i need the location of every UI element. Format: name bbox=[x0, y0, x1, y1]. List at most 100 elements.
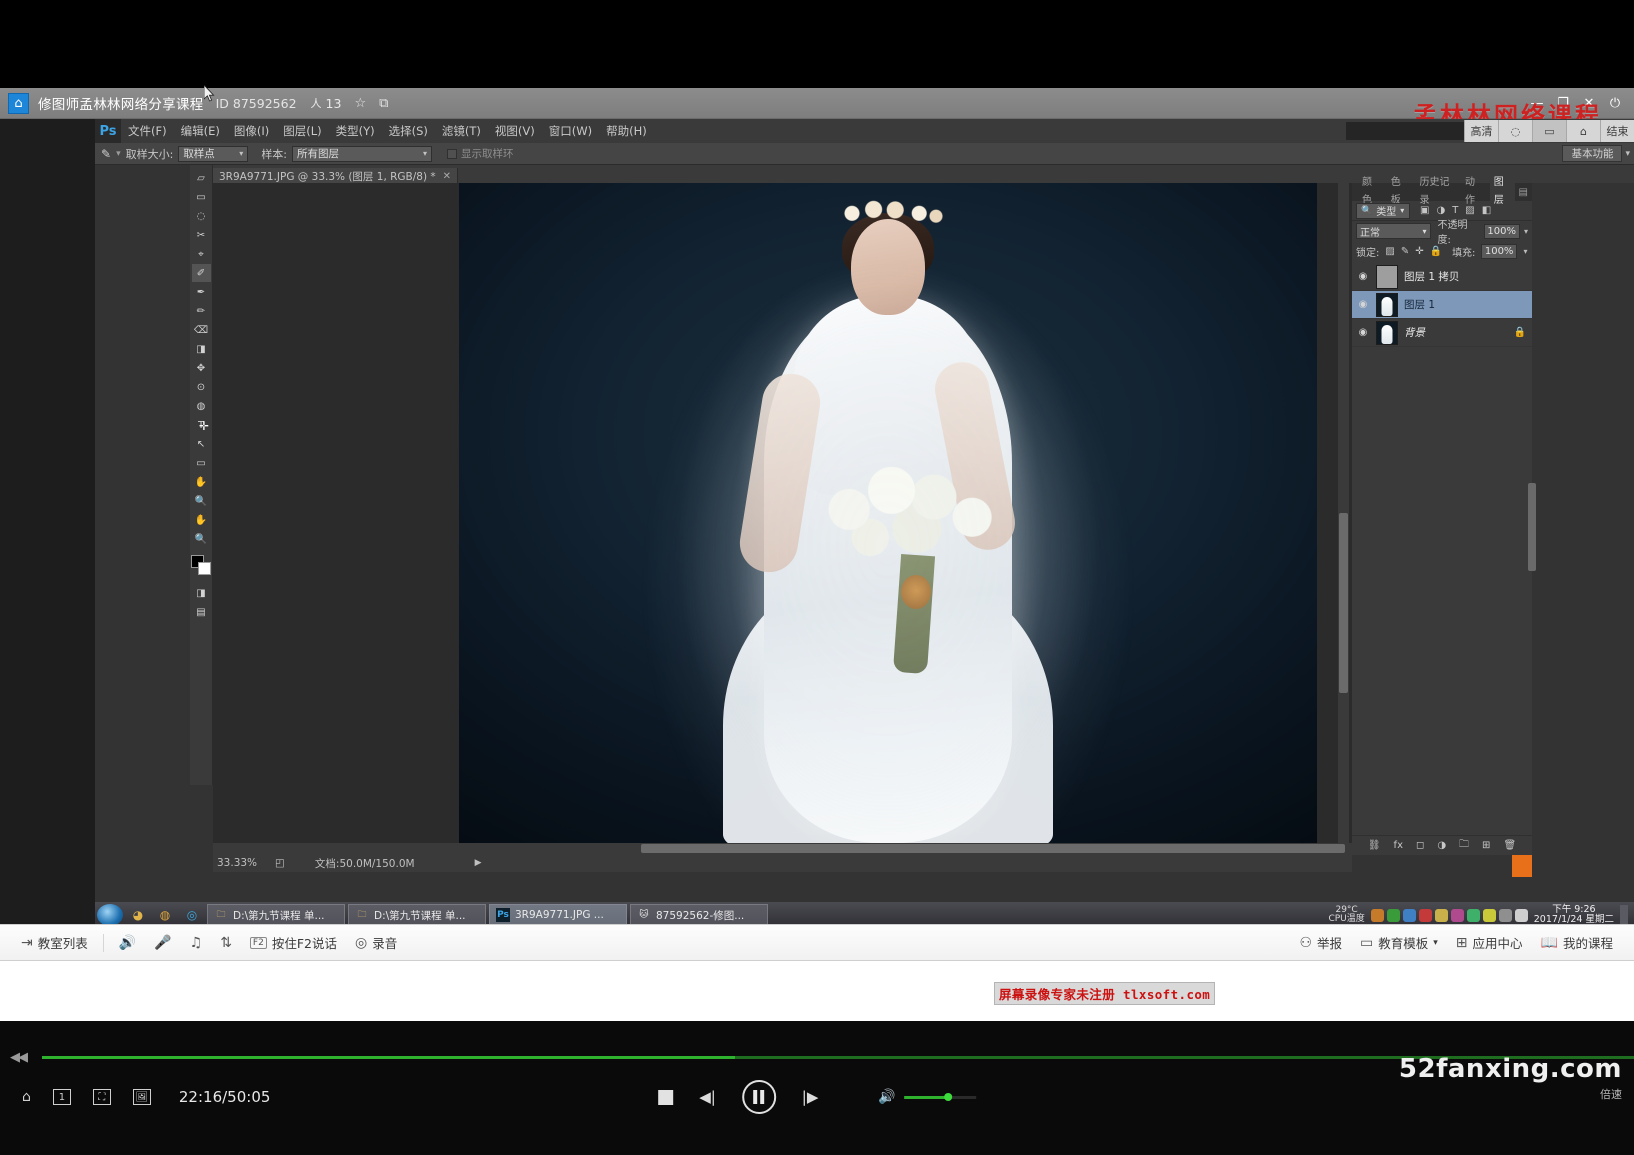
zoom-level[interactable]: 33.33% bbox=[213, 857, 275, 869]
canvas-vertical-scrollbar[interactable] bbox=[1338, 183, 1349, 843]
menu-help[interactable]: 帮助(H) bbox=[599, 119, 654, 143]
tray-icon-5[interactable] bbox=[1434, 908, 1448, 922]
speaker-button[interactable]: 🔊 bbox=[110, 935, 145, 951]
volume-icon[interactable]: 🔊 bbox=[878, 1089, 895, 1105]
tray-volume-icon[interactable] bbox=[1514, 908, 1528, 922]
opacity-value[interactable]: 100% bbox=[1483, 223, 1520, 239]
menu-file[interactable]: 文件(F) bbox=[121, 119, 174, 143]
notification-badge[interactable] bbox=[1512, 855, 1532, 877]
taskbar-item[interactable]: 🗀 D:\第九节课程 单... bbox=[207, 904, 345, 924]
layer-filter-select[interactable]: 🔍 类型 ▾ bbox=[1356, 202, 1410, 219]
home-icon[interactable]: ⌂ bbox=[8, 92, 29, 114]
tool-eyedropper-icon[interactable]: ✐ bbox=[191, 264, 211, 282]
tray-icon-3[interactable] bbox=[1402, 908, 1416, 922]
end-share-button[interactable]: 结束 bbox=[1600, 120, 1634, 142]
tray-icon-4[interactable] bbox=[1418, 908, 1432, 922]
quicklaunch-cloud-icon[interactable]: ◎ bbox=[180, 904, 204, 924]
blend-mode-select[interactable]: 正常 ▾ bbox=[1356, 223, 1431, 239]
tool-gradient-icon[interactable]: ⊙ bbox=[192, 378, 211, 396]
fill-chevron-down-icon[interactable]: ▾ bbox=[1523, 247, 1527, 256]
menu-edit[interactable]: 编辑(E) bbox=[174, 119, 227, 143]
taskbar-item[interactable]: Ps 3R9A9771.JPG ... bbox=[489, 904, 627, 924]
new-layer-icon[interactable]: ⊞ bbox=[1482, 840, 1490, 851]
menu-window[interactable]: 窗口(W) bbox=[542, 119, 599, 143]
opacity-chevron-down-icon[interactable]: ▾ bbox=[1524, 227, 1528, 236]
tool-shape-icon[interactable]: 🔍 bbox=[192, 492, 211, 510]
layer-style-fx-icon[interactable]: fx bbox=[1394, 840, 1403, 851]
mixer-button[interactable]: ⇅ bbox=[211, 935, 241, 951]
menu-filter[interactable]: 滤镜(T) bbox=[435, 119, 488, 143]
background-color-swatch[interactable] bbox=[198, 562, 211, 575]
layer-thumbnail[interactable] bbox=[1376, 320, 1398, 345]
menu-type[interactable]: 类型(Y) bbox=[329, 119, 382, 143]
screenshot-button[interactable]: ⛶ bbox=[92, 1089, 111, 1105]
panel-menu-icon[interactable]: ▤ bbox=[1519, 187, 1532, 198]
menu-select[interactable]: 选择(S) bbox=[382, 119, 435, 143]
layer-row[interactable]: ◉ 图层 1 bbox=[1352, 291, 1532, 319]
select-region-icon[interactable]: ◌ bbox=[1498, 120, 1532, 142]
my-courses-button[interactable]: 📖 我的课程 bbox=[1532, 933, 1622, 952]
start-button[interactable] bbox=[97, 904, 123, 924]
tab-layers[interactable]: 图层 bbox=[1489, 174, 1515, 210]
app-center-button[interactable]: ⊞ 应用中心 bbox=[1447, 933, 1532, 952]
tool-marquee-icon[interactable]: ▭ bbox=[192, 188, 211, 206]
speed-button[interactable]: 1 bbox=[52, 1089, 71, 1105]
canvas-hscroll-thumb[interactable] bbox=[641, 844, 1345, 853]
snapshot-button[interactable]: 🖼 bbox=[132, 1089, 151, 1105]
tool-history-brush-icon[interactable]: ◨ bbox=[192, 340, 211, 358]
quickmask-icon[interactable]: ◨ bbox=[192, 584, 211, 602]
canvas-horizontal-scrollbar[interactable] bbox=[213, 843, 1352, 854]
fill-value[interactable]: 100% bbox=[1481, 243, 1518, 259]
menu-image[interactable]: 图像(I) bbox=[227, 119, 276, 143]
report-button[interactable]: ⚇ 举报 bbox=[1290, 933, 1351, 952]
lock-all-icon[interactable]: 🔒 bbox=[1430, 246, 1442, 257]
previous-button[interactable]: ◀| bbox=[699, 1088, 716, 1106]
tool-path-select-icon[interactable]: ✋ bbox=[192, 473, 211, 491]
tool-blur-icon[interactable]: ◍ bbox=[192, 397, 211, 415]
document-tab-close-icon[interactable]: ✕ bbox=[443, 171, 451, 182]
layer-visibility-icon[interactable]: ◉ bbox=[1356, 327, 1370, 338]
lock-position-icon[interactable]: ✛ bbox=[1415, 246, 1423, 257]
tray-icon-8[interactable] bbox=[1482, 908, 1496, 922]
layer-visibility-icon[interactable]: ◉ bbox=[1356, 271, 1370, 282]
tool-lasso-icon[interactable]: ◌ bbox=[192, 207, 211, 225]
tool-hand-icon[interactable]: ✋ bbox=[192, 511, 211, 529]
link-layers-icon[interactable]: ⛓ bbox=[1368, 840, 1381, 851]
music-button[interactable]: ♫ bbox=[181, 935, 212, 951]
stop-button[interactable] bbox=[658, 1089, 674, 1105]
options-caret-icon[interactable]: ▾ bbox=[116, 149, 121, 159]
tool-zoom-icon[interactable]: 🔍 bbox=[192, 530, 211, 548]
layer-visibility-icon[interactable]: ◉ bbox=[1356, 299, 1370, 310]
classroom-list-button[interactable]: ⇥ 教室列表 bbox=[12, 933, 97, 952]
eject-icon[interactable]: ⌂ bbox=[22, 1089, 31, 1105]
tool-crop-icon[interactable]: ⌖ bbox=[192, 245, 211, 263]
screenmode-icon[interactable]: ▤ bbox=[192, 603, 211, 621]
statusbar-expand-icon[interactable]: ▶ bbox=[475, 858, 482, 868]
volume-track[interactable] bbox=[903, 1092, 976, 1101]
sample-select[interactable]: 所有图层 ▾ bbox=[292, 145, 433, 162]
document-canvas[interactable] bbox=[459, 183, 1317, 843]
quicklaunch-browser-icon[interactable]: ◍ bbox=[153, 904, 177, 924]
filter-type-icon[interactable]: T bbox=[1452, 205, 1458, 216]
push-to-talk-button[interactable]: F2 按住F2说话 bbox=[241, 933, 346, 952]
tool-brush-icon[interactable]: ✏ bbox=[192, 302, 211, 320]
menu-layer[interactable]: 图层(L) bbox=[276, 119, 328, 143]
tray-icon-7[interactable] bbox=[1466, 908, 1480, 922]
delete-layer-icon[interactable]: 🗑 bbox=[1503, 840, 1516, 851]
tool-type-icon[interactable]: ▭ bbox=[192, 454, 211, 472]
tool-move-icon[interactable]: ▱ bbox=[192, 169, 211, 187]
share-icon[interactable]: ⧉ bbox=[379, 96, 388, 111]
progress-track[interactable] bbox=[42, 1055, 1634, 1059]
show-sampling-ring-checkbox[interactable]: 显示取样环 bbox=[447, 146, 514, 161]
layers-panel-scrollbar[interactable] bbox=[1528, 483, 1536, 571]
rewind-icon[interactable]: ◀◀ bbox=[10, 1050, 28, 1065]
next-button[interactable]: |▶ bbox=[802, 1088, 819, 1106]
taskbar-clock[interactable]: 下午 9:26 2017/1/24 星期二 bbox=[1534, 904, 1614, 924]
quicklaunch-media-icon[interactable]: ◕ bbox=[126, 904, 150, 924]
power-button[interactable]: ⏻ bbox=[1602, 92, 1628, 114]
pause-button[interactable] bbox=[741, 1080, 776, 1114]
quality-hd-button[interactable]: 高清 bbox=[1464, 120, 1498, 142]
fullscreen-region-icon[interactable]: ▭ bbox=[1532, 120, 1566, 142]
add-mask-icon[interactable]: ◻ bbox=[1416, 840, 1424, 851]
workspace-chevron-down-icon[interactable]: ▾ bbox=[1625, 149, 1630, 159]
